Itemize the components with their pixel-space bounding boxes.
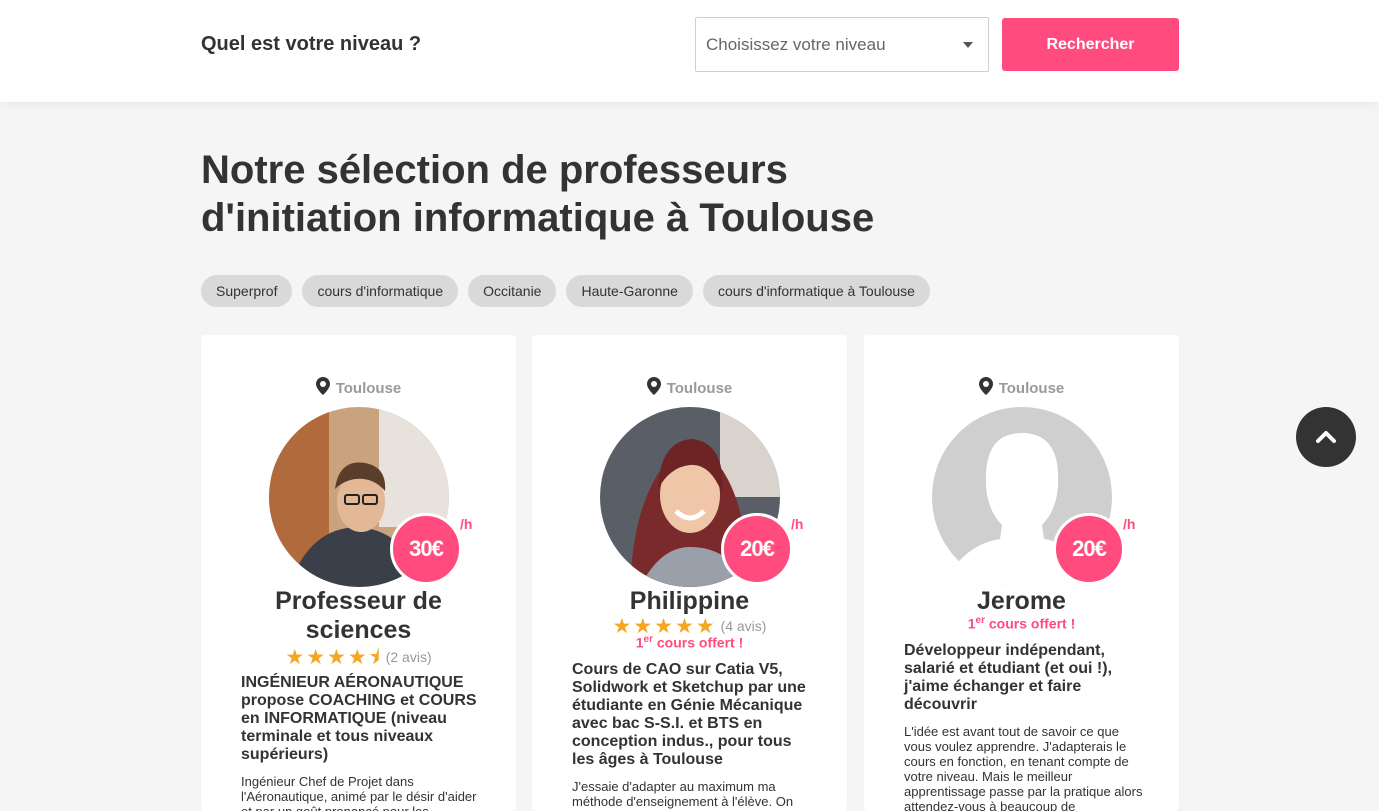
price-unit: /h: [460, 516, 473, 532]
location-pin-icon: [978, 377, 993, 395]
review-count: (2 avis): [385, 649, 432, 665]
teacher-name[interactable]: Jerome: [884, 587, 1159, 616]
location-pin-icon: [646, 377, 661, 395]
offer-sup: er: [975, 615, 985, 626]
tag-occitanie[interactable]: Occitanie: [468, 275, 557, 307]
chevron-up-icon: [1316, 431, 1336, 443]
rating-stars: ★★★★⯨: [285, 646, 382, 669]
price-unit: /h: [1123, 516, 1136, 532]
offer-prefix: 1: [967, 615, 976, 632]
level-select[interactable]: Choisissez votre niveau: [695, 17, 989, 72]
teacher-card[interactable]: Toulouse 20€ /h Jerome 1er cours offert …: [864, 335, 1179, 811]
level-label: Quel est votre niveau ?: [201, 33, 422, 55]
card-location: Toulouse: [864, 377, 1179, 397]
card-location-text: Toulouse: [998, 380, 1065, 397]
offer-prefix: 1: [635, 634, 644, 651]
tag-cours-informatique-toulouse[interactable]: cours d'informatique à Toulouse: [702, 275, 930, 307]
tag-haute-garonne[interactable]: Haute-Garonne: [566, 275, 693, 307]
level-select-value: Choisissez votre niveau: [706, 35, 886, 54]
search-button[interactable]: Rechercher: [1002, 18, 1179, 71]
teacher-card[interactable]: Toulouse 20€ /h Philippine ★★★★★ (4 avis…: [532, 335, 847, 811]
review-count: (4 avis): [720, 618, 767, 634]
page-title-line2: d'initiation informatique à Toulouse: [201, 196, 875, 240]
tag-list: Superprof cours d'informatique Occitanie…: [201, 275, 930, 307]
teacher-name[interactable]: Professeur de sciences: [221, 587, 496, 645]
search-bar: Quel est votre niveau ? Choisissez votre…: [0, 0, 1379, 102]
offer-text: cours offert !: [653, 634, 744, 651]
card-description: Ingénieur Chef de Projet dans l'Aéronaut…: [241, 774, 477, 811]
card-location-text: Toulouse: [666, 380, 733, 397]
location-pin-icon: [315, 377, 330, 395]
card-description: J'essaie d'adapter au maximum ma méthode…: [572, 779, 794, 809]
card-headline[interactable]: Cours de CAO sur Catia V5, Solidwork et …: [572, 661, 817, 769]
card-location: Toulouse: [532, 377, 847, 397]
price-badge: 30€: [390, 513, 462, 585]
card-description: L'idée est avant tout de savoir ce que v…: [904, 724, 1143, 811]
tag-superprof[interactable]: Superprof: [201, 275, 293, 307]
page-title-line1: Notre sélection de professeurs: [201, 148, 788, 192]
price-badge: 20€: [721, 513, 793, 585]
rating: ★★★★⯨ (2 avis): [201, 643, 516, 678]
teacher-card[interactable]: Toulouse 30€ /h Professeur de sciences ★…: [201, 335, 516, 811]
card-headline[interactable]: Développeur indépendant, salarié et étud…: [904, 642, 1149, 714]
card-headline[interactable]: INGÉNIEUR AÉRONAUTIQUE propose COACHING …: [241, 674, 486, 764]
tag-cours-informatique[interactable]: cours d'informatique: [302, 275, 459, 307]
select-caret-icon: [963, 42, 973, 48]
price-badge: 20€: [1053, 513, 1125, 585]
first-lesson-offer: 1er cours offert !: [532, 634, 847, 651]
teacher-name[interactable]: Philippine: [552, 587, 827, 616]
offer-text: cours offert !: [985, 615, 1076, 632]
card-location: Toulouse: [201, 377, 516, 397]
scroll-to-top-button[interactable]: [1296, 407, 1356, 467]
offer-sup: er: [643, 634, 653, 645]
first-lesson-offer: 1er cours offert !: [864, 615, 1179, 632]
price-unit: /h: [791, 516, 804, 532]
card-location-text: Toulouse: [335, 380, 402, 397]
page-title: Notre sélection de professeurs d'initiat…: [201, 146, 961, 242]
